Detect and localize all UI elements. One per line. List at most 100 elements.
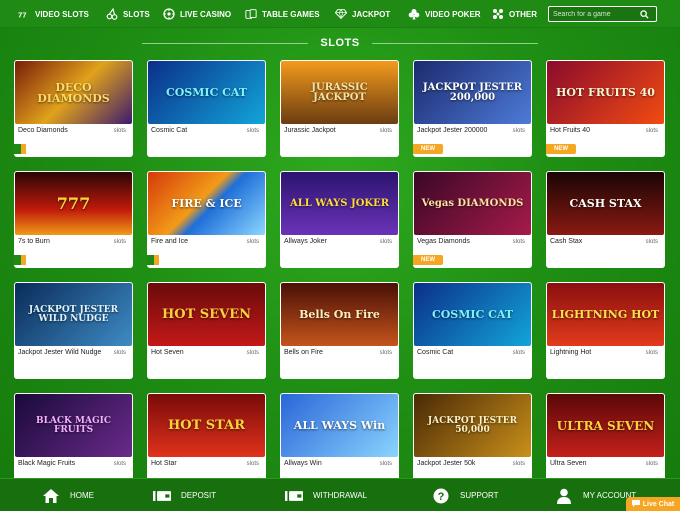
game-card[interactable]: JACKPOT JESTER 50,000 Jackpot Jester 50k s… — [413, 393, 532, 490]
top-nav: 77 VIDEO SLOTS SLOTS LIVE CASINO TABLE G… — [0, 0, 680, 28]
game-card[interactable]: JACKPOT JESTER WILD NUDGE Jackpot Jester … — [14, 282, 133, 379]
game-thumbnail[interactable]: Bells On Fire — [281, 283, 398, 346]
game-thumbnail[interactable]: HOT SEVEN — [148, 283, 265, 346]
game-name: Jurassic Jackpot — [284, 127, 336, 134]
wallet-icon — [153, 487, 171, 505]
game-card[interactable]: ULTRA SEVEN Ultra Seven slots — [546, 393, 665, 490]
nav-video-poker[interactable]: VIDEO POKER — [408, 0, 481, 28]
game-card[interactable]: FIRE & ICE Fire and Ice slots — [147, 171, 266, 268]
game-thumbnail[interactable]: HOT FRUITS 40 — [547, 61, 664, 124]
nav-slots[interactable]: SLOTS — [106, 0, 150, 28]
game-thumbnail[interactable]: DECO DIAMONDS — [15, 61, 132, 124]
game-art-title: JACKPOT JESTER WILD NUDGE — [28, 304, 119, 324]
nav-label: SLOTS — [123, 9, 150, 19]
game-name: Lightning Hot — [550, 349, 592, 356]
game-card[interactable]: ALL WAYS Win Allways Win slots — [280, 393, 399, 490]
game-name: Ultra Seven — [550, 460, 587, 467]
nav-live-casino[interactable]: LIVE CASINO — [163, 0, 231, 28]
bottom-home[interactable]: HOME — [42, 479, 94, 511]
game-card[interactable]: COSMIC CAT Cosmic Cat slots — [413, 282, 532, 379]
game-card[interactable]: ALL WAYS JOKER Allways Joker slots — [280, 171, 399, 268]
game-thumbnail[interactable]: FIRE & ICE — [148, 172, 265, 235]
dice-icon — [492, 8, 504, 20]
club-icon — [408, 8, 420, 20]
game-card[interactable]: CASH STAX Cash Stax slots — [546, 171, 665, 268]
game-category: slots — [645, 461, 658, 467]
game-art-title: BLACK MAGIC FRUITS — [35, 415, 112, 435]
game-name: Jackpot Jester Wild Nudge — [18, 349, 102, 356]
game-thumbnail[interactable]: CASH STAX — [547, 172, 664, 235]
game-card[interactable]: HOT SEVEN Hot Seven slots — [147, 282, 266, 379]
game-category: slots — [379, 128, 392, 134]
game-card[interactable]: Bells On Fire Bells on Fire slots — [280, 282, 399, 379]
game-thumbnail[interactable]: COSMIC CAT — [414, 283, 531, 346]
game-card[interactable]: 777 7s to Burn slots — [14, 171, 133, 268]
user-icon — [555, 487, 573, 505]
nav-jackpot[interactable]: JACKPOT — [335, 0, 390, 28]
game-category: slots — [645, 128, 658, 134]
game-card[interactable]: JURASSIC JACKPOT Jurassic Jackpot slots — [280, 60, 399, 157]
game-category: slots — [512, 350, 525, 356]
game-thumbnail[interactable]: JURASSIC JACKPOT — [281, 61, 398, 124]
game-art-title: Vegas DIAMONDS — [421, 197, 524, 209]
game-thumbnail[interactable]: Vegas DIAMONDS — [414, 172, 531, 235]
game-card[interactable]: HOT FRUITS 40 Hot Fruits 40 slots NEW — [546, 60, 665, 157]
game-category: slots — [379, 350, 392, 356]
game-art-title: Bells On Fire — [299, 308, 380, 321]
bottom-bar: HOME DEPOSIT WITHDRAWAL ? SUPPORT MY ACC… — [0, 478, 680, 511]
nav-video-slots[interactable]: 77 VIDEO SLOTS — [18, 0, 89, 28]
game-thumbnail[interactable]: 777 — [15, 172, 132, 235]
game-thumbnail[interactable]: ALL WAYS Win — [281, 394, 398, 457]
game-card[interactable]: BLACK MAGIC FRUITS Black Magic Fruits slot… — [14, 393, 133, 490]
diamond-icon — [335, 8, 347, 20]
bottom-label: HOME — [70, 491, 94, 500]
game-category: slots — [113, 128, 126, 134]
game-category: slots — [512, 239, 525, 245]
game-thumbnail[interactable]: LIGHTNING HOT — [547, 283, 664, 346]
bottom-withdrawal[interactable]: WITHDRAWAL — [285, 479, 367, 511]
search-input[interactable] — [549, 10, 637, 18]
bottom-label: WITHDRAWAL — [313, 491, 368, 500]
game-name: Cosmic Cat — [151, 127, 188, 134]
game-art-title: HOT FRUITS 40 — [556, 86, 655, 99]
game-thumbnail[interactable]: ULTRA SEVEN — [547, 394, 664, 457]
home-icon — [42, 487, 60, 505]
game-card[interactable]: DECO DIAMONDS Deco Diamonds slots — [14, 60, 133, 157]
game-thumbnail[interactable]: ALL WAYS JOKER — [281, 172, 398, 235]
game-art-title: ALL WAYS Win — [293, 419, 386, 432]
nav-other[interactable]: OTHER — [492, 0, 537, 28]
bottom-deposit[interactable]: DEPOSIT — [153, 479, 216, 511]
bottom-label: DEPOSIT — [181, 491, 217, 500]
game-name: Bells on Fire — [284, 349, 323, 356]
game-art-title: HOT STAR — [167, 418, 246, 433]
game-name: Black Magic Fruits — [18, 460, 76, 467]
section-header: SLOTS — [0, 35, 680, 51]
wallet-icon — [285, 487, 303, 505]
bottom-my-account[interactable]: MY ACCOUNT — [555, 479, 636, 511]
game-thumbnail[interactable]: BLACK MAGIC FRUITS — [15, 394, 132, 457]
game-category: slots — [645, 239, 658, 245]
game-card[interactable]: Vegas DIAMONDS Vegas Diamonds slots NEW — [413, 171, 532, 268]
game-art-title: CASH STAX — [569, 197, 642, 210]
game-art-title: DECO DIAMONDS — [37, 80, 110, 105]
live-chat-button[interactable]: Live Chat — [626, 497, 680, 511]
game-thumbnail[interactable]: JACKPOT JESTER WILD NUDGE — [15, 283, 132, 346]
game-thumbnail[interactable]: HOT STAR — [148, 394, 265, 457]
game-name: Allways Joker — [284, 238, 327, 245]
game-name: Jackpot Jester 200000 — [417, 127, 488, 134]
game-card[interactable]: HOT STAR Hot Star slots — [147, 393, 266, 490]
game-name: Vegas Diamonds — [417, 238, 470, 245]
game-thumbnail[interactable]: JACKPOT JESTER 200,000 — [414, 61, 531, 124]
game-card[interactable]: COSMIC CAT Cosmic Cat slots — [147, 60, 266, 157]
game-card[interactable]: LIGHTNING HOT Lightning Hot slots — [546, 282, 665, 379]
game-category: slots — [113, 350, 126, 356]
game-thumbnail[interactable]: COSMIC CAT — [148, 61, 265, 124]
game-art-title: LIGHTNING HOT — [551, 308, 660, 321]
nav-table-games[interactable]: TABLE GAMES — [245, 0, 320, 28]
game-card[interactable]: JACKPOT JESTER 200,000 Jackpot Jester 200… — [413, 60, 532, 157]
new-badge: NEW — [413, 144, 443, 154]
nav-label: VIDEO POKER — [425, 9, 481, 19]
game-thumbnail[interactable]: JACKPOT JESTER 50,000 — [414, 394, 531, 457]
search-icon[interactable] — [637, 7, 651, 21]
bottom-support[interactable]: ? SUPPORT — [432, 479, 499, 511]
